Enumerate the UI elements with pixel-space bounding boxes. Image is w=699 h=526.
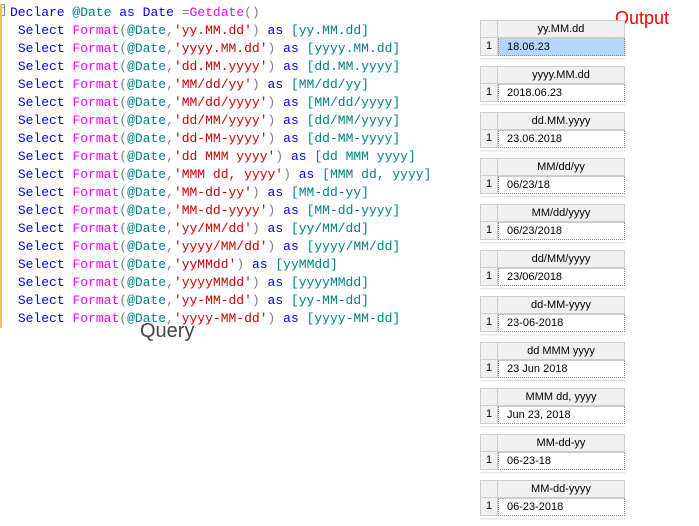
- result-block: dd/MM/yyyy123/06/2018: [480, 250, 625, 290]
- row-header-corner[interactable]: [480, 204, 498, 221]
- result-divider: [480, 196, 625, 198]
- result-cell[interactable]: 23 Jun 2018: [498, 360, 625, 378]
- result-divider: [480, 58, 625, 60]
- code-line[interactable]: Select Format(@Date,'MM-dd-yyyy') as [MM…: [0, 202, 470, 220]
- result-divider: [480, 242, 625, 244]
- code-line[interactable]: Select Format(@Date,'dd.MM.yyyy') as [dd…: [0, 58, 470, 76]
- code-line[interactable]: Select Format(@Date,'MM/dd/yy') as [MM/d…: [0, 76, 470, 94]
- column-header[interactable]: MMM dd, yyyy: [498, 388, 625, 405]
- query-caption: Query: [140, 320, 194, 343]
- result-divider: [480, 288, 625, 290]
- row-header-corner[interactable]: [480, 250, 498, 267]
- row-header-corner[interactable]: [480, 20, 498, 37]
- result-block: MM/dd/yy106/23/18: [480, 158, 625, 198]
- row-header-corner[interactable]: [480, 66, 498, 83]
- column-header[interactable]: MM-dd-yyyy: [498, 480, 625, 497]
- result-cell[interactable]: 23.06.2018: [498, 130, 625, 148]
- result-cell[interactable]: 06-23-2018: [498, 498, 625, 516]
- row-number[interactable]: 1: [480, 452, 498, 470]
- result-divider: [480, 472, 625, 474]
- result-cell[interactable]: 23/06/2018: [498, 268, 625, 286]
- code-line[interactable]: Select Format(@Date,'MM/dd/yyyy') as [MM…: [0, 94, 470, 112]
- code-line[interactable]: Select Format(@Date,'dd-MM-yyyy') as [dd…: [0, 130, 470, 148]
- column-header[interactable]: dd-MM-yyyy: [498, 296, 625, 313]
- code-line[interactable]: Select Format(@Date,'dd MMM yyyy') as [d…: [0, 148, 470, 166]
- row-number[interactable]: 1: [480, 360, 498, 378]
- row-header-corner[interactable]: [480, 480, 498, 497]
- result-block: MM-dd-yyyy106-23-2018: [480, 480, 625, 520]
- code-line[interactable]: Select Format(@Date,'yy-MM-dd') as [yy-M…: [0, 292, 470, 310]
- result-block: yyyy.MM.dd12018.06.23: [480, 66, 625, 106]
- row-number[interactable]: 1: [480, 130, 498, 148]
- row-header-corner[interactable]: [480, 388, 498, 405]
- column-header[interactable]: MM/dd/yyyy: [498, 204, 625, 221]
- code-line[interactable]: Select Format(@Date,'MMM dd, yyyy') as […: [0, 166, 470, 184]
- row-number[interactable]: 1: [480, 268, 498, 286]
- column-header[interactable]: dd.MM.yyyy: [498, 112, 625, 129]
- row-number[interactable]: 1: [480, 498, 498, 516]
- result-block: dd MMM yyyy123 Jun 2018: [480, 342, 625, 382]
- code-line[interactable]: Select Format(@Date,'yy/MM/dd') as [yy/M…: [0, 220, 470, 238]
- result-divider: [480, 334, 625, 336]
- column-header[interactable]: MM/dd/yy: [498, 158, 625, 175]
- column-header[interactable]: yyyy.MM.dd: [498, 66, 625, 83]
- row-number[interactable]: 1: [480, 406, 498, 424]
- code-line[interactable]: Select Format(@Date,'yyMMdd') as [yyMMdd…: [0, 256, 470, 274]
- result-divider: [480, 104, 625, 106]
- result-cell[interactable]: 06/23/18: [498, 176, 625, 194]
- result-cell[interactable]: Jun 23, 2018: [498, 406, 625, 424]
- row-header-corner[interactable]: [480, 158, 498, 175]
- result-divider: [480, 518, 625, 520]
- row-header-corner[interactable]: [480, 342, 498, 359]
- sql-editor[interactable]: Declare @Date as Date =Getdate() Select …: [0, 4, 470, 328]
- code-line[interactable]: Select Format(@Date,'yyyy/MM/dd') as [yy…: [0, 238, 470, 256]
- row-header-corner[interactable]: [480, 434, 498, 451]
- result-block: MM/dd/yyyy106/23/2018: [480, 204, 625, 244]
- column-header[interactable]: MM-dd-yy: [498, 434, 625, 451]
- code-line[interactable]: Select Format(@Date,'yy.MM.dd') as [yy.M…: [0, 22, 470, 40]
- result-block: yy.MM.dd118.06.23: [480, 20, 625, 60]
- result-divider: [480, 150, 625, 152]
- row-number[interactable]: 1: [480, 176, 498, 194]
- result-cell[interactable]: 23-06-2018: [498, 314, 625, 332]
- row-number[interactable]: 1: [480, 314, 498, 332]
- row-number[interactable]: 1: [480, 38, 498, 56]
- result-cell[interactable]: 18.06.23: [498, 38, 625, 56]
- result-cell[interactable]: 2018.06.23: [498, 84, 625, 102]
- code-line[interactable]: Select Format(@Date,'yyyyMMdd') as [yyyy…: [0, 274, 470, 292]
- column-header[interactable]: yy.MM.dd: [498, 20, 625, 37]
- result-cell[interactable]: 06/23/2018: [498, 222, 625, 240]
- result-block: MM-dd-yy106-23-18: [480, 434, 625, 474]
- results-grid: yy.MM.dd118.06.23yyyy.MM.dd12018.06.23dd…: [480, 20, 625, 526]
- row-number[interactable]: 1: [480, 84, 498, 102]
- code-line[interactable]: Select Format(@Date,'dd/MM/yyyy') as [dd…: [0, 112, 470, 130]
- result-block: MMM dd, yyyy1Jun 23, 2018: [480, 388, 625, 428]
- result-block: dd.MM.yyyy123.06.2018: [480, 112, 625, 152]
- row-header-corner[interactable]: [480, 112, 498, 129]
- code-line[interactable]: Declare @Date as Date =Getdate(): [0, 4, 470, 22]
- column-header[interactable]: dd MMM yyyy: [498, 342, 625, 359]
- column-header[interactable]: dd/MM/yyyy: [498, 250, 625, 267]
- row-header-corner[interactable]: [480, 296, 498, 313]
- code-line[interactable]: Select Format(@Date,'MM-dd-yy') as [MM-d…: [0, 184, 470, 202]
- code-line[interactable]: Select Format(@Date,'yyyy.MM.dd') as [yy…: [0, 40, 470, 58]
- result-block: dd-MM-yyyy123-06-2018: [480, 296, 625, 336]
- result-divider: [480, 426, 625, 428]
- row-number[interactable]: 1: [480, 222, 498, 240]
- result-divider: [480, 380, 625, 382]
- result-cell[interactable]: 06-23-18: [498, 452, 625, 470]
- code-line[interactable]: Select Format(@Date,'yyyy-MM-dd') as [yy…: [0, 310, 470, 328]
